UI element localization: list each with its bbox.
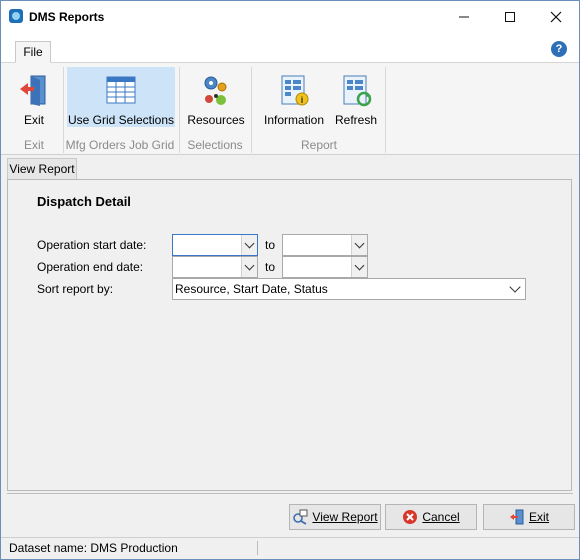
exit-door-icon [20, 75, 46, 106]
group-label-mfg-orders: Mfg Orders Job Grid [65, 138, 175, 152]
close-icon [550, 11, 562, 23]
use-grid-selections-label: Use Grid Selections [67, 113, 175, 127]
app-icon [9, 9, 23, 23]
operation-end-date-label: Operation end date: [37, 260, 144, 274]
status-divider [257, 541, 258, 555]
ribbon-divider [385, 67, 386, 153]
operation-start-date-to[interactable] [282, 234, 368, 256]
view-report-button-label: View Report [312, 510, 378, 524]
ribbon-exit-button[interactable]: Exit [7, 67, 61, 127]
information-label: Information [263, 113, 325, 127]
ribbon-exit-label: Exit [23, 113, 44, 127]
dataset-status: Dataset name: DMS Production [9, 541, 178, 555]
tab-view-report[interactable]: View Report [7, 158, 77, 180]
chevron-down-icon[interactable] [351, 257, 367, 277]
window-title: DMS Reports [29, 10, 105, 24]
ribbon-divider [251, 67, 252, 153]
chevron-down-icon[interactable] [509, 281, 521, 293]
group-label-report: Report [300, 138, 338, 152]
operation-end-date-from[interactable] [172, 256, 258, 278]
tab-file[interactable]: File [15, 41, 51, 63]
operation-start-date-from[interactable] [172, 234, 258, 256]
sort-report-by-select[interactable]: Resource, Start Date, Status [172, 278, 526, 300]
ribbon-tab-strip: File ? [1, 33, 579, 63]
maximize-icon [505, 12, 515, 22]
app-window: DMS Reports File ? Exit Exit Use Grid Se… [0, 0, 580, 560]
report-refresh-icon [343, 75, 372, 107]
view-report-icon [293, 509, 308, 525]
information-button[interactable]: i Information [257, 67, 331, 127]
refresh-button[interactable]: Refresh [331, 67, 381, 127]
report-tab-strip: View Report [1, 156, 579, 180]
action-bar: View Report Cancel Exit [7, 493, 575, 535]
sort-report-by-label: Sort report by: [37, 282, 114, 296]
cancel-icon [403, 510, 418, 524]
minimize-button[interactable] [441, 1, 487, 33]
ribbon: Exit Exit Use Grid Selections Mfg Orders… [1, 63, 579, 155]
close-button[interactable] [533, 1, 579, 33]
title-bar: DMS Reports [1, 1, 579, 33]
sort-report-by-value: Resource, Start Date, Status [175, 282, 328, 296]
report-options-panel: Dispatch Detail Operation start date: to… [7, 179, 572, 491]
resources-gears-icon [204, 76, 227, 105]
group-label-selections: Selections [187, 138, 243, 152]
report-information-icon: i [281, 75, 309, 106]
help-icon[interactable]: ? [551, 41, 567, 57]
resources-label: Resources [187, 113, 245, 127]
status-bar: Dataset name: DMS Production [1, 537, 579, 559]
to-label: to [265, 260, 276, 274]
refresh-label: Refresh [334, 113, 378, 127]
cancel-button[interactable]: Cancel [385, 504, 477, 530]
view-report-button[interactable]: View Report [289, 504, 381, 530]
use-grid-selections-button[interactable]: Use Grid Selections [67, 67, 175, 127]
dataset-value: DMS Production [90, 541, 178, 555]
resources-button[interactable]: Resources [183, 67, 249, 127]
svg-text:i: i [301, 95, 304, 105]
operation-end-date-to[interactable] [282, 256, 368, 278]
panel-heading: Dispatch Detail [37, 194, 131, 209]
chevron-down-icon[interactable] [241, 235, 257, 255]
exit-button-label: Exit [528, 510, 549, 524]
chevron-down-icon[interactable] [351, 235, 367, 255]
group-label-exit: Exit [23, 138, 44, 152]
exit-icon [509, 509, 524, 525]
chevron-down-icon[interactable] [241, 257, 257, 277]
cancel-button-label: Cancel [422, 510, 460, 524]
exit-button[interactable]: Exit [483, 504, 575, 530]
operation-start-date-label: Operation start date: [37, 238, 147, 252]
dataset-label: Dataset name: [9, 541, 88, 555]
to-label: to [265, 238, 276, 252]
maximize-button[interactable] [487, 1, 533, 33]
grid-table-icon [106, 76, 136, 104]
minimize-icon [459, 16, 469, 18]
